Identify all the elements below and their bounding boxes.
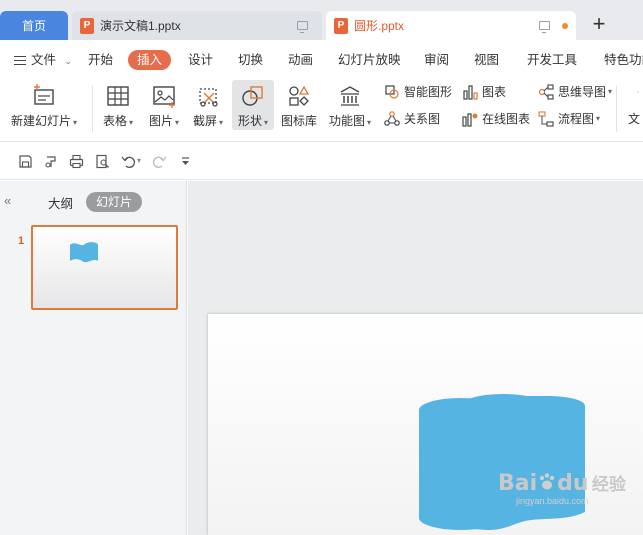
flowchart-button[interactable]: 流程图 ▾: [538, 110, 600, 127]
tab-outline[interactable]: 大纲: [48, 193, 73, 212]
monitor-icon[interactable]: [539, 21, 550, 33]
new-tab-button[interactable]: +: [586, 12, 612, 38]
smart-shape-icon: [385, 84, 399, 99]
relation-label: 关系图: [404, 112, 441, 126]
function-chart-label: 功能图: [328, 114, 365, 128]
menu-special[interactable]: 特色功能: [604, 50, 643, 70]
slide-thumbnail[interactable]: [31, 225, 178, 310]
menu-animation[interactable]: 动画: [288, 50, 313, 70]
unsaved-dot-icon: [562, 22, 568, 29]
bar-chart-icon: [463, 84, 478, 100]
redo-icon[interactable]: [152, 154, 167, 169]
picture-button[interactable]: 图片 ▾: [144, 84, 184, 129]
thumbnail-shape: [70, 242, 98, 263]
menu-developer[interactable]: 开发工具: [527, 50, 577, 70]
undo-icon[interactable]: [121, 154, 136, 169]
relation-icon: [384, 110, 400, 126]
tab-slides[interactable]: 幻灯片: [86, 192, 143, 212]
screenshot-label: 截屏: [192, 114, 217, 128]
icon-library-button[interactable]: 图标库: [278, 84, 320, 129]
new-slide-button[interactable]: 新建幻灯片 ▾: [8, 84, 80, 129]
mind-map-button[interactable]: 思维导图 ▾: [538, 83, 612, 100]
watermark-brand-suffix: du: [557, 471, 589, 496]
quick-access-bar: ▾: [0, 142, 643, 180]
flowchart-label: 流程图: [558, 112, 595, 126]
table-icon: [107, 86, 129, 106]
customize-toolbar-icon[interactable]: [180, 156, 191, 167]
ribbon-more-icon[interactable]: ·: [636, 84, 640, 98]
screenshot-button[interactable]: 截屏 ▾: [188, 84, 228, 129]
menu-view[interactable]: 视图: [474, 50, 499, 70]
picture-label: 图片: [148, 114, 173, 128]
menu-bar: 文件 ⌄ 开始 插入 设计 切换 动画 幻灯片放映 审阅 视图 开发工具 特色功…: [0, 40, 643, 78]
collapse-panel-icon[interactable]: «: [4, 193, 11, 208]
print-icon[interactable]: [69, 154, 84, 169]
mind-map-icon: [538, 83, 554, 100]
chart-button[interactable]: 图表: [462, 83, 506, 100]
table-button[interactable]: 表格 ▾: [98, 84, 138, 129]
ribbon-divider: [92, 86, 93, 132]
new-slide-label: 新建幻灯片: [10, 114, 71, 128]
icon-library-icon: [289, 85, 310, 106]
tab-document-2-label: 圆形.pptx: [354, 19, 405, 33]
pptx-file-icon: P: [80, 17, 94, 34]
menu-review[interactable]: 审阅: [424, 50, 449, 70]
tab-document-1[interactable]: P 演示文稿1.pptx: [72, 11, 322, 40]
paw-icon: [539, 473, 555, 490]
menu-transition[interactable]: 切换: [238, 50, 263, 70]
save-icon[interactable]: [18, 154, 33, 169]
menu-file[interactable]: 文件 ⌄: [14, 50, 72, 70]
screenshot-icon: [199, 88, 218, 107]
smart-shape-label: 智能图形: [404, 85, 453, 99]
scroll-shape[interactable]: [419, 394, 587, 535]
smart-shape-button[interactable]: 智能图形: [384, 83, 452, 100]
print-preview-icon[interactable]: [95, 154, 110, 169]
monitor-icon[interactable]: [297, 21, 308, 33]
watermark-url: jingyan.baidu.com: [516, 496, 589, 506]
mind-map-label: 思维导图: [558, 85, 607, 99]
pptx-file-icon: P: [334, 17, 348, 34]
function-chart-button[interactable]: 功能图 ▾: [326, 84, 374, 129]
online-chart-button[interactable]: 在线图表: [462, 110, 530, 127]
function-chart-icon: [340, 86, 360, 106]
watermark-brand: Bai: [498, 471, 538, 496]
flowchart-icon: [538, 110, 554, 127]
baidu-watermark: Bai du 经验 jingyan.baidu.com: [498, 470, 626, 506]
picture-icon: [153, 86, 175, 108]
hamburger-icon: [14, 56, 26, 66]
ribbon-divider: [616, 86, 617, 132]
slide-number: 1: [18, 235, 25, 247]
menu-insert[interactable]: 插入: [128, 50, 172, 70]
tab-document-2[interactable]: P 圆形.pptx: [326, 11, 576, 40]
undo-dropdown-icon[interactable]: ▾: [137, 156, 141, 165]
menu-design[interactable]: 设计: [188, 50, 213, 70]
table-label: 表格: [102, 114, 127, 128]
shape-button[interactable]: 形状 ▾: [232, 80, 274, 130]
icon-library-label: 图标库: [280, 114, 317, 128]
ribbon-insert: 新建幻灯片 ▾ 表格 ▾ 图片 ▾ 截屏 ▾ 形状 ▾ 图标库 功能图 ▾ 智能…: [0, 78, 643, 142]
format-painter-icon[interactable]: [44, 154, 59, 169]
chevron-down-icon: ⌄: [64, 56, 73, 66]
new-slide-icon: [34, 84, 54, 105]
watermark-cn: 经验: [591, 475, 626, 494]
tab-document-1-label: 演示文稿1.pptx: [100, 19, 181, 33]
online-chart-label: 在线图表: [482, 112, 531, 126]
menu-start[interactable]: 开始: [88, 50, 113, 70]
shape-label: 形状: [237, 114, 262, 128]
relation-button[interactable]: 关系图: [384, 110, 440, 127]
text-tool-label: 文: [628, 112, 641, 126]
menu-file-label: 文件: [31, 53, 57, 67]
shape-icon: [242, 86, 263, 106]
chart-label: 图表: [482, 85, 507, 99]
text-tool-button[interactable]: 文: [628, 110, 640, 127]
tab-home[interactable]: 首页: [0, 11, 68, 40]
menu-slideshow[interactable]: 幻灯片放映: [338, 50, 401, 70]
tab-bar: 首页 P 演示文稿1.pptx P 圆形.pptx +: [0, 0, 643, 40]
slides-panel: « 大纲 幻灯片 1: [0, 181, 187, 535]
online-chart-icon: [462, 112, 478, 127]
